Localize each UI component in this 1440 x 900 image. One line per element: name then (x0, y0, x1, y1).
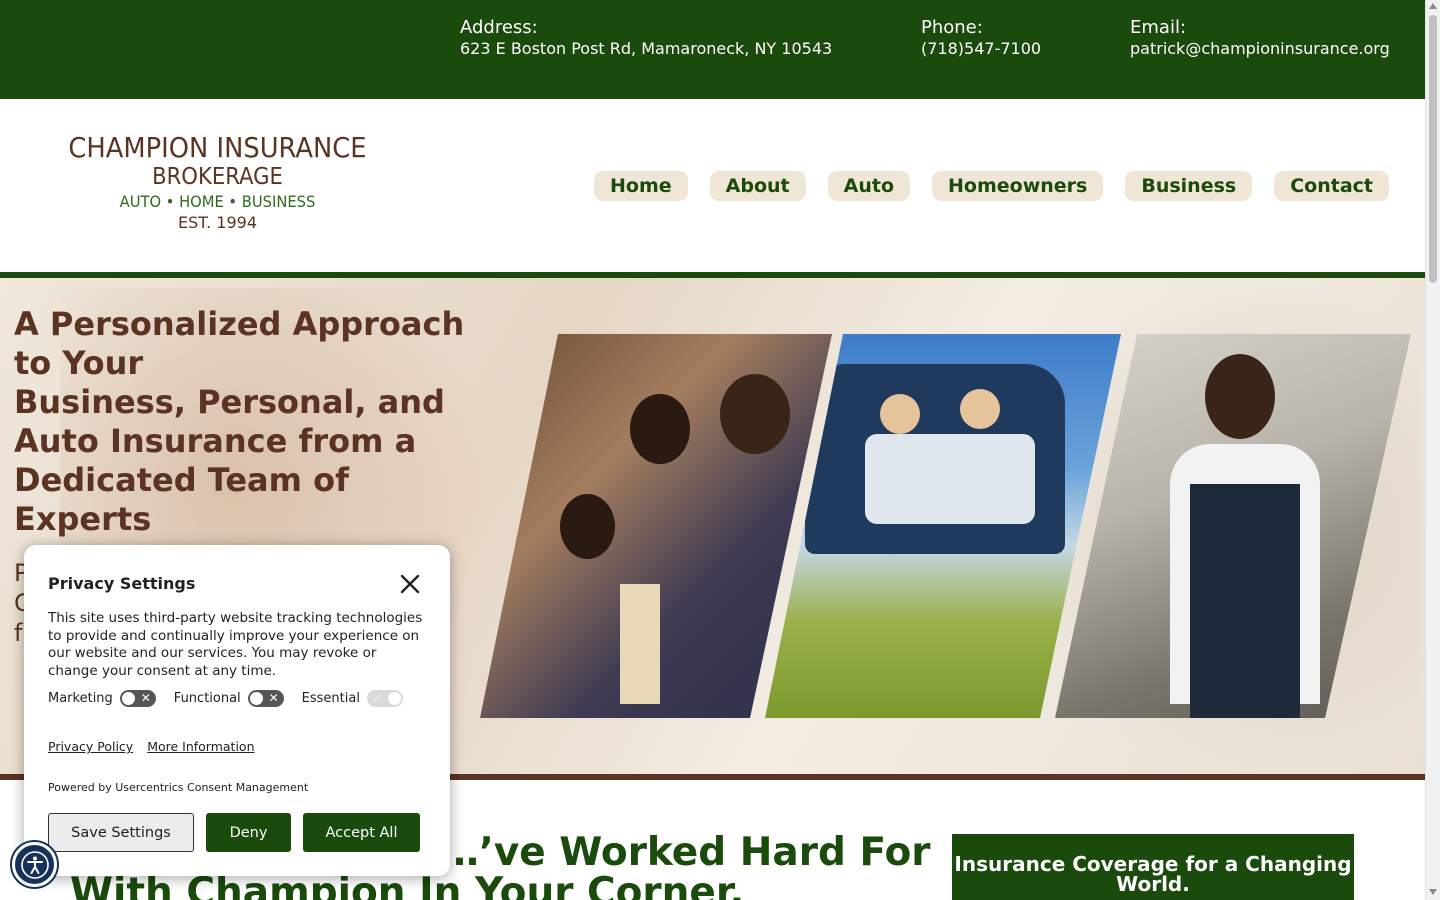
privacy-description: This site uses third-party website track… (48, 610, 423, 679)
coverage-callout: Insurance Coverage for a Changing World. (952, 834, 1354, 900)
privacy-settings-dialog: Privacy Settings This site uses third-pa… (24, 545, 450, 876)
address-block: Address: 623 E Boston Post Rd, Mamaronec… (460, 17, 832, 59)
email-label: Email: (1130, 17, 1187, 38)
photo-figure (880, 394, 920, 434)
scroll-down-arrow-icon[interactable] (1429, 889, 1437, 895)
photo-clothing (865, 434, 1035, 524)
nav-business[interactable]: Business (1125, 171, 1253, 201)
essential-toggle: ✓ (366, 690, 403, 707)
marketing-toggle-group: Marketing ✕ (48, 690, 156, 707)
nav-contact[interactable]: Contact (1274, 171, 1389, 201)
address-label: Address: (460, 17, 538, 38)
functional-toggle-group: Functional ✕ (174, 690, 284, 707)
hero-heading-line2: Business, Personal, and Auto Insurance f… (14, 383, 445, 538)
logo-line-brokerage: BROKERAGE (152, 164, 283, 190)
photo-apron (1190, 484, 1300, 718)
hero-heading-line1: A Personalized Approach to Your (14, 305, 465, 382)
hero-heading: A Personalized Approach to Your Business… (14, 305, 494, 539)
essential-label: Essential (301, 691, 360, 706)
nav-homeowners[interactable]: Homeowners (932, 171, 1104, 201)
phone-block: Phone: (718)547-7100 (921, 17, 1041, 59)
marketing-label: Marketing (48, 691, 113, 706)
site-logo[interactable]: CHAMPION INSURANCE BROKERAGE AUTO • HOME… (40, 131, 395, 233)
privacy-policy-link[interactable]: Privacy Policy (48, 739, 133, 754)
page-scrollbar[interactable] (1425, 0, 1440, 900)
nav-about[interactable]: About (709, 171, 806, 201)
main-nav: Home About Auto Homeowners Business Cont… (594, 171, 1389, 201)
logo-line-services: AUTO • HOME • BUSINESS (119, 192, 316, 211)
privacy-links: Privacy Policy More Information (48, 739, 255, 754)
accessibility-button[interactable] (12, 842, 57, 887)
address-value: 623 E Boston Post Rd, Mamaroneck, NY 105… (460, 39, 833, 58)
logo-line-company: CHAMPION INSURANCE (68, 131, 367, 164)
nav-home[interactable]: Home (594, 171, 688, 201)
essential-toggle-group: Essential ✓ (302, 690, 403, 707)
photo-blocks (620, 584, 660, 704)
email-link[interactable]: patrick@championinsurance.org (1130, 38, 1390, 59)
photo-figure (1205, 354, 1275, 439)
phone-label: Phone: (921, 17, 983, 38)
email-block: Email: patrick@championinsurance.org (1130, 17, 1390, 59)
deny-button[interactable]: Deny (206, 813, 291, 852)
scroll-up-arrow-icon[interactable] (1429, 3, 1437, 9)
marketing-toggle[interactable]: ✕ (119, 690, 156, 707)
logo-line-established: EST. 1994 (177, 213, 258, 232)
section-title-line2: With Champion In Your Corner. (70, 870, 745, 900)
photo-figure (720, 374, 790, 454)
site-header: CHAMPION INSURANCE BROKERAGE AUTO • HOME… (0, 99, 1425, 272)
photo-figure (560, 494, 615, 559)
phone-link[interactable]: (718)547-7100 (921, 38, 1041, 59)
functional-label: Functional (173, 691, 241, 706)
accessibility-icon (20, 850, 49, 879)
consent-toggles: Marketing ✕ Functional ✕ Essential ✓ (48, 690, 421, 707)
more-information-link[interactable]: More Information (147, 739, 254, 754)
top-info-bar: Address: 623 E Boston Post Rd, Mamaronec… (0, 0, 1425, 99)
scroll-thumb[interactable] (1429, 15, 1437, 283)
close-icon[interactable] (398, 572, 422, 596)
privacy-title: Privacy Settings (48, 574, 196, 593)
accept-all-button[interactable]: Accept All (303, 813, 420, 852)
save-settings-button[interactable]: Save Settings (48, 813, 194, 852)
nav-auto[interactable]: Auto (827, 171, 910, 201)
powered-by-text: Powered by Usercentrics Consent Manageme… (48, 781, 309, 794)
photo-figure (630, 394, 690, 464)
photo-figure (960, 389, 1000, 429)
privacy-buttons: Save Settings Deny Accept All (48, 813, 420, 852)
functional-toggle[interactable]: ✕ (247, 690, 284, 707)
